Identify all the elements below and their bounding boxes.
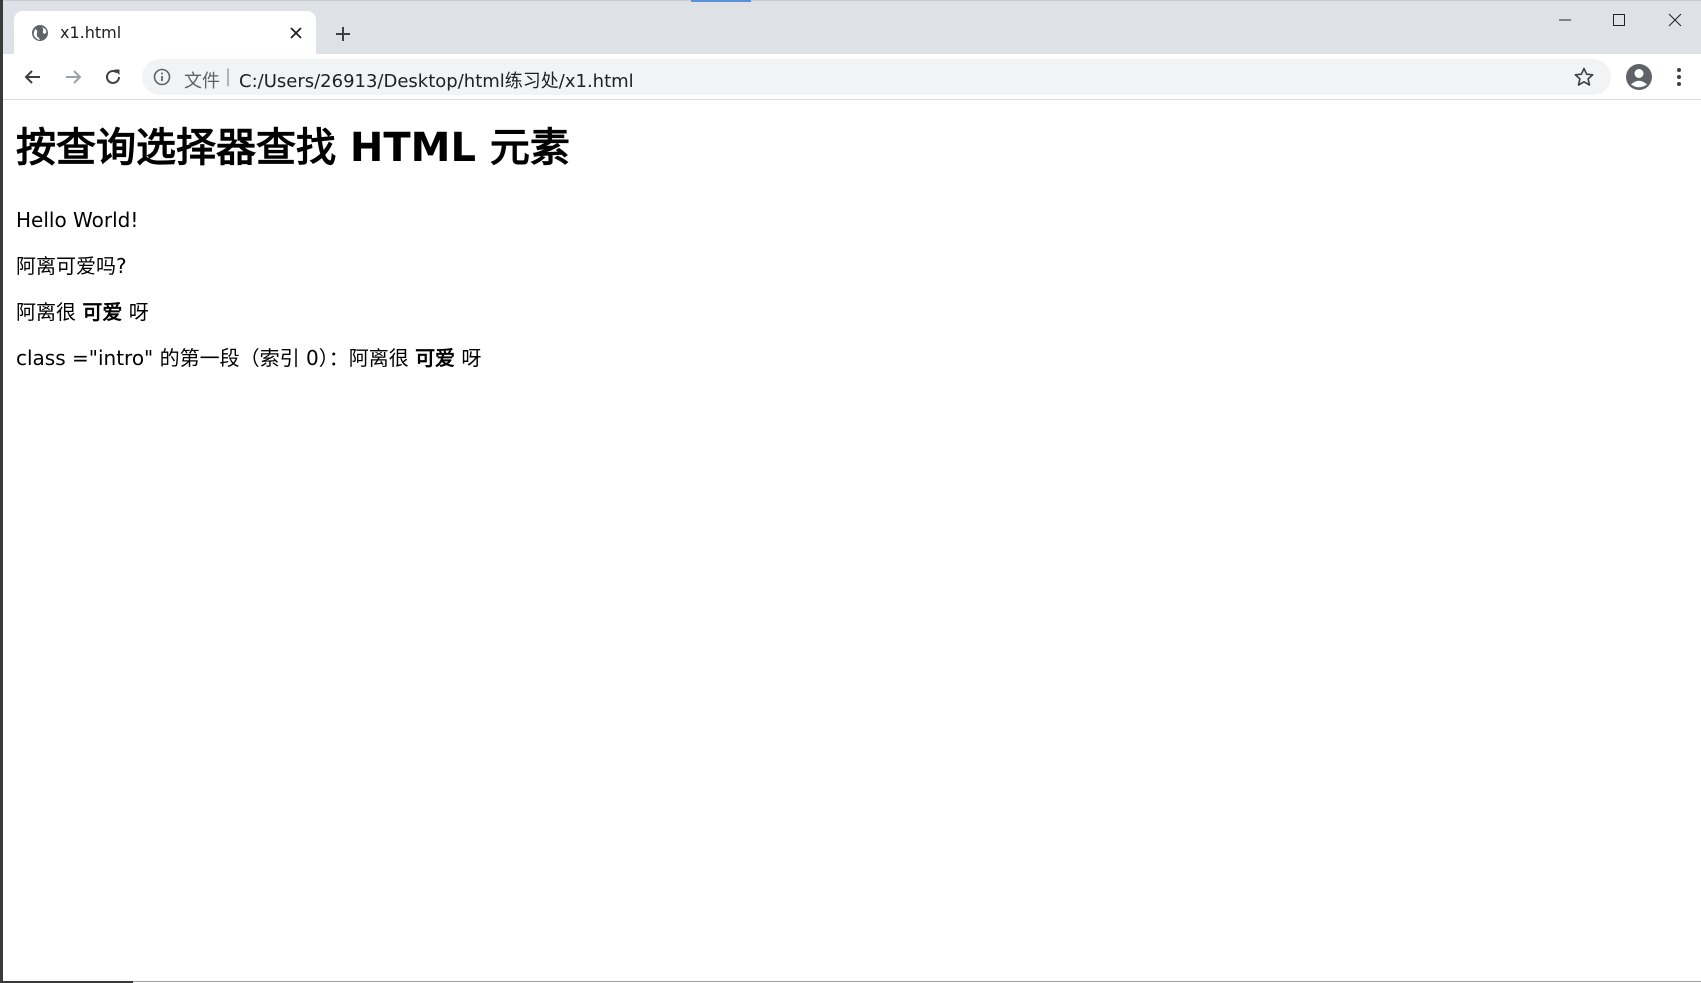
tabstrip-accent: [691, 0, 751, 2]
close-icon: [290, 27, 302, 39]
forward-button[interactable]: [57, 61, 89, 93]
intro-bold-text: 可爱: [82, 300, 123, 324]
more-vert-icon: [1677, 68, 1681, 86]
back-button[interactable]: [17, 61, 49, 93]
paragraph-hello: Hello World!: [16, 208, 139, 232]
window-close-button[interactable]: [1647, 0, 1701, 40]
url-text[interactable]: C:/Users/26913/Desktop/html练习处/x1.html: [239, 67, 634, 93]
plus-icon: [336, 27, 350, 41]
account-icon: [1626, 64, 1652, 90]
minimize-icon: [1559, 19, 1571, 21]
tab-title: x1.html: [60, 23, 122, 42]
intro-text-after: 呀: [122, 300, 149, 324]
browser-menu-button[interactable]: [1665, 61, 1693, 93]
window-maximize-button[interactable]: [1591, 0, 1647, 40]
maximize-icon: [1613, 14, 1625, 26]
paragraph-result: class ="intro" 的第一段（索引 0）：阿离很 可爱 呀: [16, 348, 481, 368]
browser-window: x1.html 文件 | C:/Users/26913/Desktop/html…: [0, 0, 1701, 983]
info-icon[interactable]: [153, 68, 171, 86]
tabstrip-top-border: [3, 0, 1701, 1]
tab-strip: x1.html: [3, 0, 1701, 54]
address-bar[interactable]: 文件 | C:/Users/26913/Desktop/html练习处/x1.h…: [142, 59, 1611, 95]
paragraph-question: 阿离可爱吗?: [16, 254, 127, 278]
star-icon[interactable]: [1573, 66, 1595, 88]
paragraph-intro: 阿离很 可爱 呀: [16, 302, 149, 322]
result-text-before: class ="intro" 的第一段（索引 0）：阿离很: [16, 346, 416, 370]
globe-icon: [32, 25, 48, 41]
result-text-after: 呀: [455, 346, 482, 370]
arrow-right-icon: [66, 70, 82, 84]
reload-button[interactable]: [97, 61, 129, 93]
arrow-left-icon: [24, 70, 40, 84]
reload-icon: [106, 69, 120, 84]
profile-button[interactable]: [1623, 61, 1655, 93]
tab-close-button[interactable]: [285, 22, 307, 44]
browser-toolbar: 文件 | C:/Users/26913/Desktop/html练习处/x1.h…: [3, 54, 1701, 100]
tab-x1-html[interactable]: x1.html: [14, 11, 316, 54]
scheme-label: 文件: [184, 71, 220, 92]
intro-text-before: 阿离很: [16, 300, 83, 324]
new-tab-button[interactable]: [329, 20, 357, 48]
close-icon: [1668, 13, 1682, 27]
scheme-separator: |: [225, 66, 232, 87]
window-bottom-border: [133, 981, 1701, 982]
page-heading: 按查询选择器查找 HTML 元素: [16, 125, 570, 171]
result-bold-text: 可爱: [415, 346, 456, 370]
window-minimize-button[interactable]: [1537, 0, 1593, 40]
